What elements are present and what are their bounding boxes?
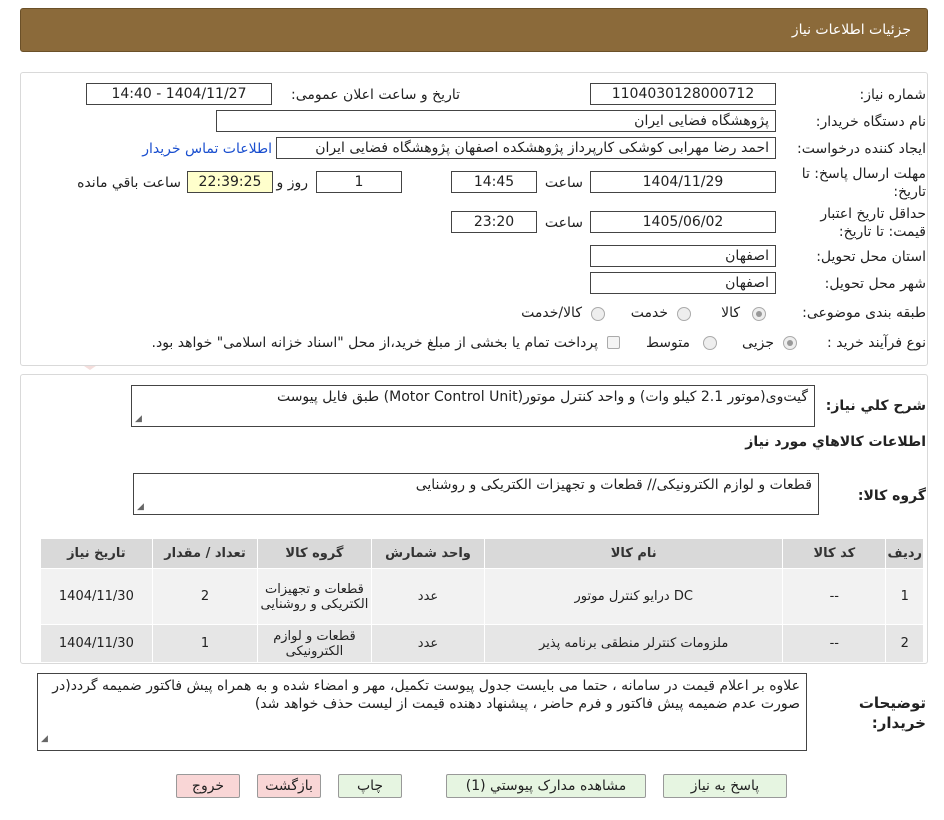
announce-datetime-label: تاریخ و ساعت اعلان عمومی: [291,87,460,103]
buyer-notes-label-line1: توضیحات [858,694,926,712]
col-header-quantity: تعداد / مقدار [151,538,259,569]
category-goods-radio[interactable] [752,307,766,321]
resize-grip-icon[interactable]: ◢ [135,414,142,424]
remaining-time-label: ساعت باقي مانده [77,175,181,191]
validity-label-line1: حداقل تاریخ اعتبار [820,206,926,222]
table-row: 2 -- ملزومات کنترلر منطقی برنامه پذیر عد… [40,624,924,663]
reply-to-need-button[interactable]: پاسخ به نیاز [663,774,787,798]
row-num-cell: 2 [885,624,924,663]
announce-datetime-field: 1404/11/27 - 14:40 [86,83,272,105]
validity-label-line2: قیمت: تا تاریخ: [838,224,926,240]
goods-group-label: گروه کالا: [857,488,926,504]
description-label: شرح کلي نياز: [825,398,926,414]
need-number-field: 1104030128000712 [590,83,776,105]
province-field: اصفهان [590,245,776,267]
quantity-cell: 1 [151,624,259,663]
view-attachments-button[interactable]: مشاهده مدارک پیوستي (1) [446,774,646,798]
process-minor-radio[interactable] [783,336,797,350]
unit-cell: عدد [370,624,486,663]
category-label: طبقه بندی موضوعی: [802,305,926,321]
description-textarea: گیت‌وی(موتور 2.1 کیلو وات) و واحد کنترل … [131,385,815,427]
treasury-payment-note: پرداخت تمام یا بخشی از مبلغ خرید،از محل … [151,335,598,351]
remaining-time-field: 22:39:25 [187,171,273,193]
col-header-row-num: رديف [885,538,924,569]
category-goods-service-label: کالا/خدمت [521,305,582,321]
buyer-notes-label-line2: خریدار: [871,714,926,732]
resize-grip-icon[interactable]: ◢ [137,502,144,512]
goods-group-text: قطعات و لوازم الکترونیکی// قطعات و تجهیز… [415,477,812,493]
deadline-label-line2: تاریخ: [893,184,926,200]
goods-group-textarea: قطعات و لوازم الکترونیکی// قطعات و تجهیز… [133,473,819,515]
buyer-contact-link[interactable]: اطلاعات تماس خریدار [142,141,272,157]
table-header-row: رديف کد کالا نام کالا واحد شمارش گروه کا… [40,538,924,569]
quantity-cell: 2 [151,568,259,625]
code-cell: -- [782,568,887,625]
description-text: گیت‌وی(موتور 2.1 کیلو وات) و واحد کنترل … [276,389,808,405]
code-cell: -- [782,624,887,663]
group-cell: قطعات و لوازم الکترونیکی [257,624,372,663]
buyer-notes-textarea: علاوه بر اعلام قیمت در سامانه ، حتما می … [37,673,807,751]
date-cell: 1404/11/30 [40,624,153,663]
city-label: شهر محل تحویل: [824,276,926,292]
days-field: 1 [316,171,402,193]
buyer-org-field: پژوهشگاه فضایی ایران [216,110,776,132]
col-header-unit: واحد شمارش [370,538,486,569]
back-button[interactable]: بازگشت [257,774,321,798]
row-num-cell: 1 [885,568,924,625]
col-header-date: تاريخ نياز [40,538,153,569]
category-goods-service-radio[interactable] [591,307,605,321]
category-service-label: خدمت [630,305,668,321]
treasury-payment-checkbox[interactable] [607,336,620,349]
resize-grip-icon[interactable]: ◢ [41,730,48,748]
category-service-radio[interactable] [677,307,691,321]
page-header: جزئیات اطلاعات نیاز [20,8,928,52]
province-label: استان محل تحویل: [816,249,926,265]
validity-date-field: 1405/06/02 [590,211,776,233]
unit-cell: عدد [370,568,486,625]
buyer-notes-text: علاوه بر اعلام قیمت در سامانه ، حتما می … [52,678,800,712]
print-button[interactable]: چاپ [338,774,402,798]
requester-label: ایجاد کننده درخواست: [797,141,926,157]
process-medium-radio[interactable] [703,336,717,350]
process-medium-label: متوسط [646,335,690,351]
validity-time-field: 23:20 [451,211,537,233]
deadline-date-field: 1404/11/29 [590,171,776,193]
name-cell: ملزومات کنترلر منطقی برنامه پذیر [484,624,784,663]
process-label: نوع فرآیند خرید : [827,335,926,351]
goods-section-title: اطلاعات کالاهاي مورد نياز [745,434,926,450]
page-title: جزئیات اطلاعات نیاز [791,22,911,38]
requester-field: احمد رضا مهرابی کوشکی کارپرداز پژوهشکده … [276,137,776,159]
col-header-code: کد کالا [782,538,887,569]
buyer-org-label: نام دستگاه خریدار: [815,114,926,130]
date-cell: 1404/11/30 [40,568,153,625]
validity-time-label: ساعت [544,215,583,231]
deadline-label-line1: مهلت ارسال پاسخ: تا [801,166,926,182]
category-goods-label: کالا [721,305,740,321]
exit-button[interactable]: خروج [176,774,240,798]
col-header-name: نام کالا [484,538,784,569]
name-cell: DC درایو کنترل موتور [484,568,784,625]
deadline-time-label: ساعت [544,175,583,191]
table-row: 1 -- DC درایو کنترل موتور عدد قطعات و تج… [40,568,924,625]
days-label: روز و [276,175,309,191]
process-minor-label: جزیی [742,335,774,351]
group-cell: قطعات و تجهیزات الکتریکی و روشنایی [257,568,372,625]
need-number-label: شماره نیاز: [859,87,927,103]
col-header-group: گروه کالا [257,538,372,569]
goods-table: رديف کد کالا نام کالا واحد شمارش گروه کا… [40,538,924,663]
deadline-time-field: 14:45 [451,171,537,193]
city-field: اصفهان [590,272,776,294]
